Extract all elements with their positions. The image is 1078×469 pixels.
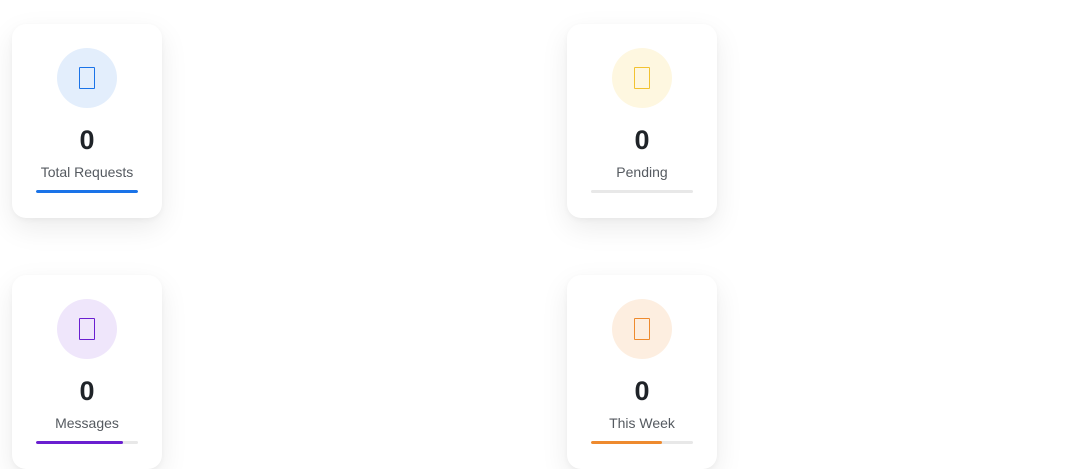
stat-card-messages[interactable]: 0 Messages [12, 275, 162, 469]
progress-bar [36, 441, 138, 444]
icon-circle [612, 299, 672, 359]
progress-fill [36, 441, 123, 444]
document-icon [79, 67, 95, 89]
progress-bar [591, 190, 693, 193]
stat-card-total-requests[interactable]: 0 Total Requests [12, 24, 162, 218]
stat-card-pending[interactable]: 0 Pending [567, 24, 717, 218]
calendar-icon [634, 318, 650, 340]
stat-label: This Week [609, 415, 675, 431]
icon-circle [57, 48, 117, 108]
stat-value: 0 [79, 125, 95, 155]
stat-value: 0 [79, 376, 95, 406]
icon-circle [612, 48, 672, 108]
progress-fill [591, 441, 663, 444]
progress-fill [36, 190, 138, 193]
stat-card-this-week[interactable]: 0 This Week [567, 275, 717, 469]
stats-grid: 0 Total Requests 0 Pending 0 Messages 0 … [0, 0, 1078, 469]
stat-label: Messages [55, 415, 119, 431]
icon-circle [57, 299, 117, 359]
progress-bar [36, 190, 138, 193]
stat-label: Pending [616, 164, 668, 180]
progress-bar [591, 441, 693, 444]
message-icon [79, 318, 95, 340]
clock-icon [634, 67, 650, 89]
stat-value: 0 [634, 376, 650, 406]
stat-label: Total Requests [40, 164, 134, 180]
stat-value: 0 [634, 125, 650, 155]
